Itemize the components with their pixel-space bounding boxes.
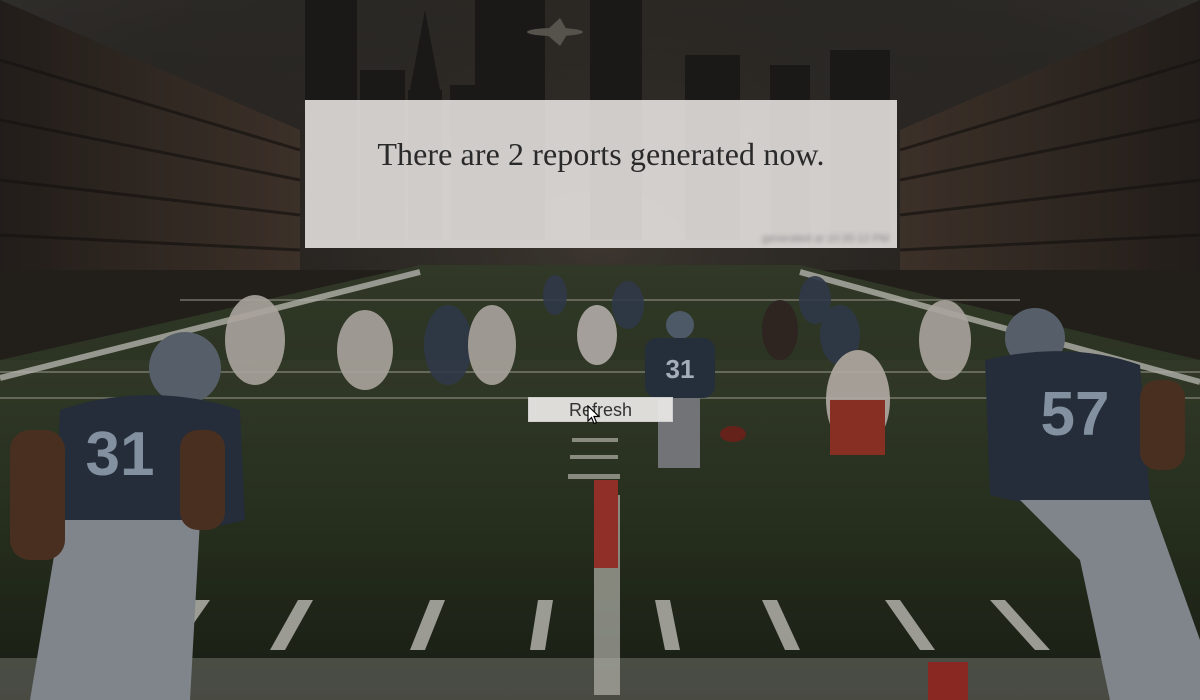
report-count-message: There are 2 reports generated now. bbox=[377, 136, 825, 172]
report-status-panel: There are 2 reports generated now. gener… bbox=[305, 100, 897, 248]
report-timestamp: generated at 10:35:12 PM bbox=[761, 233, 889, 245]
mouse-pointer-icon bbox=[587, 405, 601, 425]
stadium-background: 31 31 57 There are 2 reports generated n… bbox=[0, 0, 1200, 700]
